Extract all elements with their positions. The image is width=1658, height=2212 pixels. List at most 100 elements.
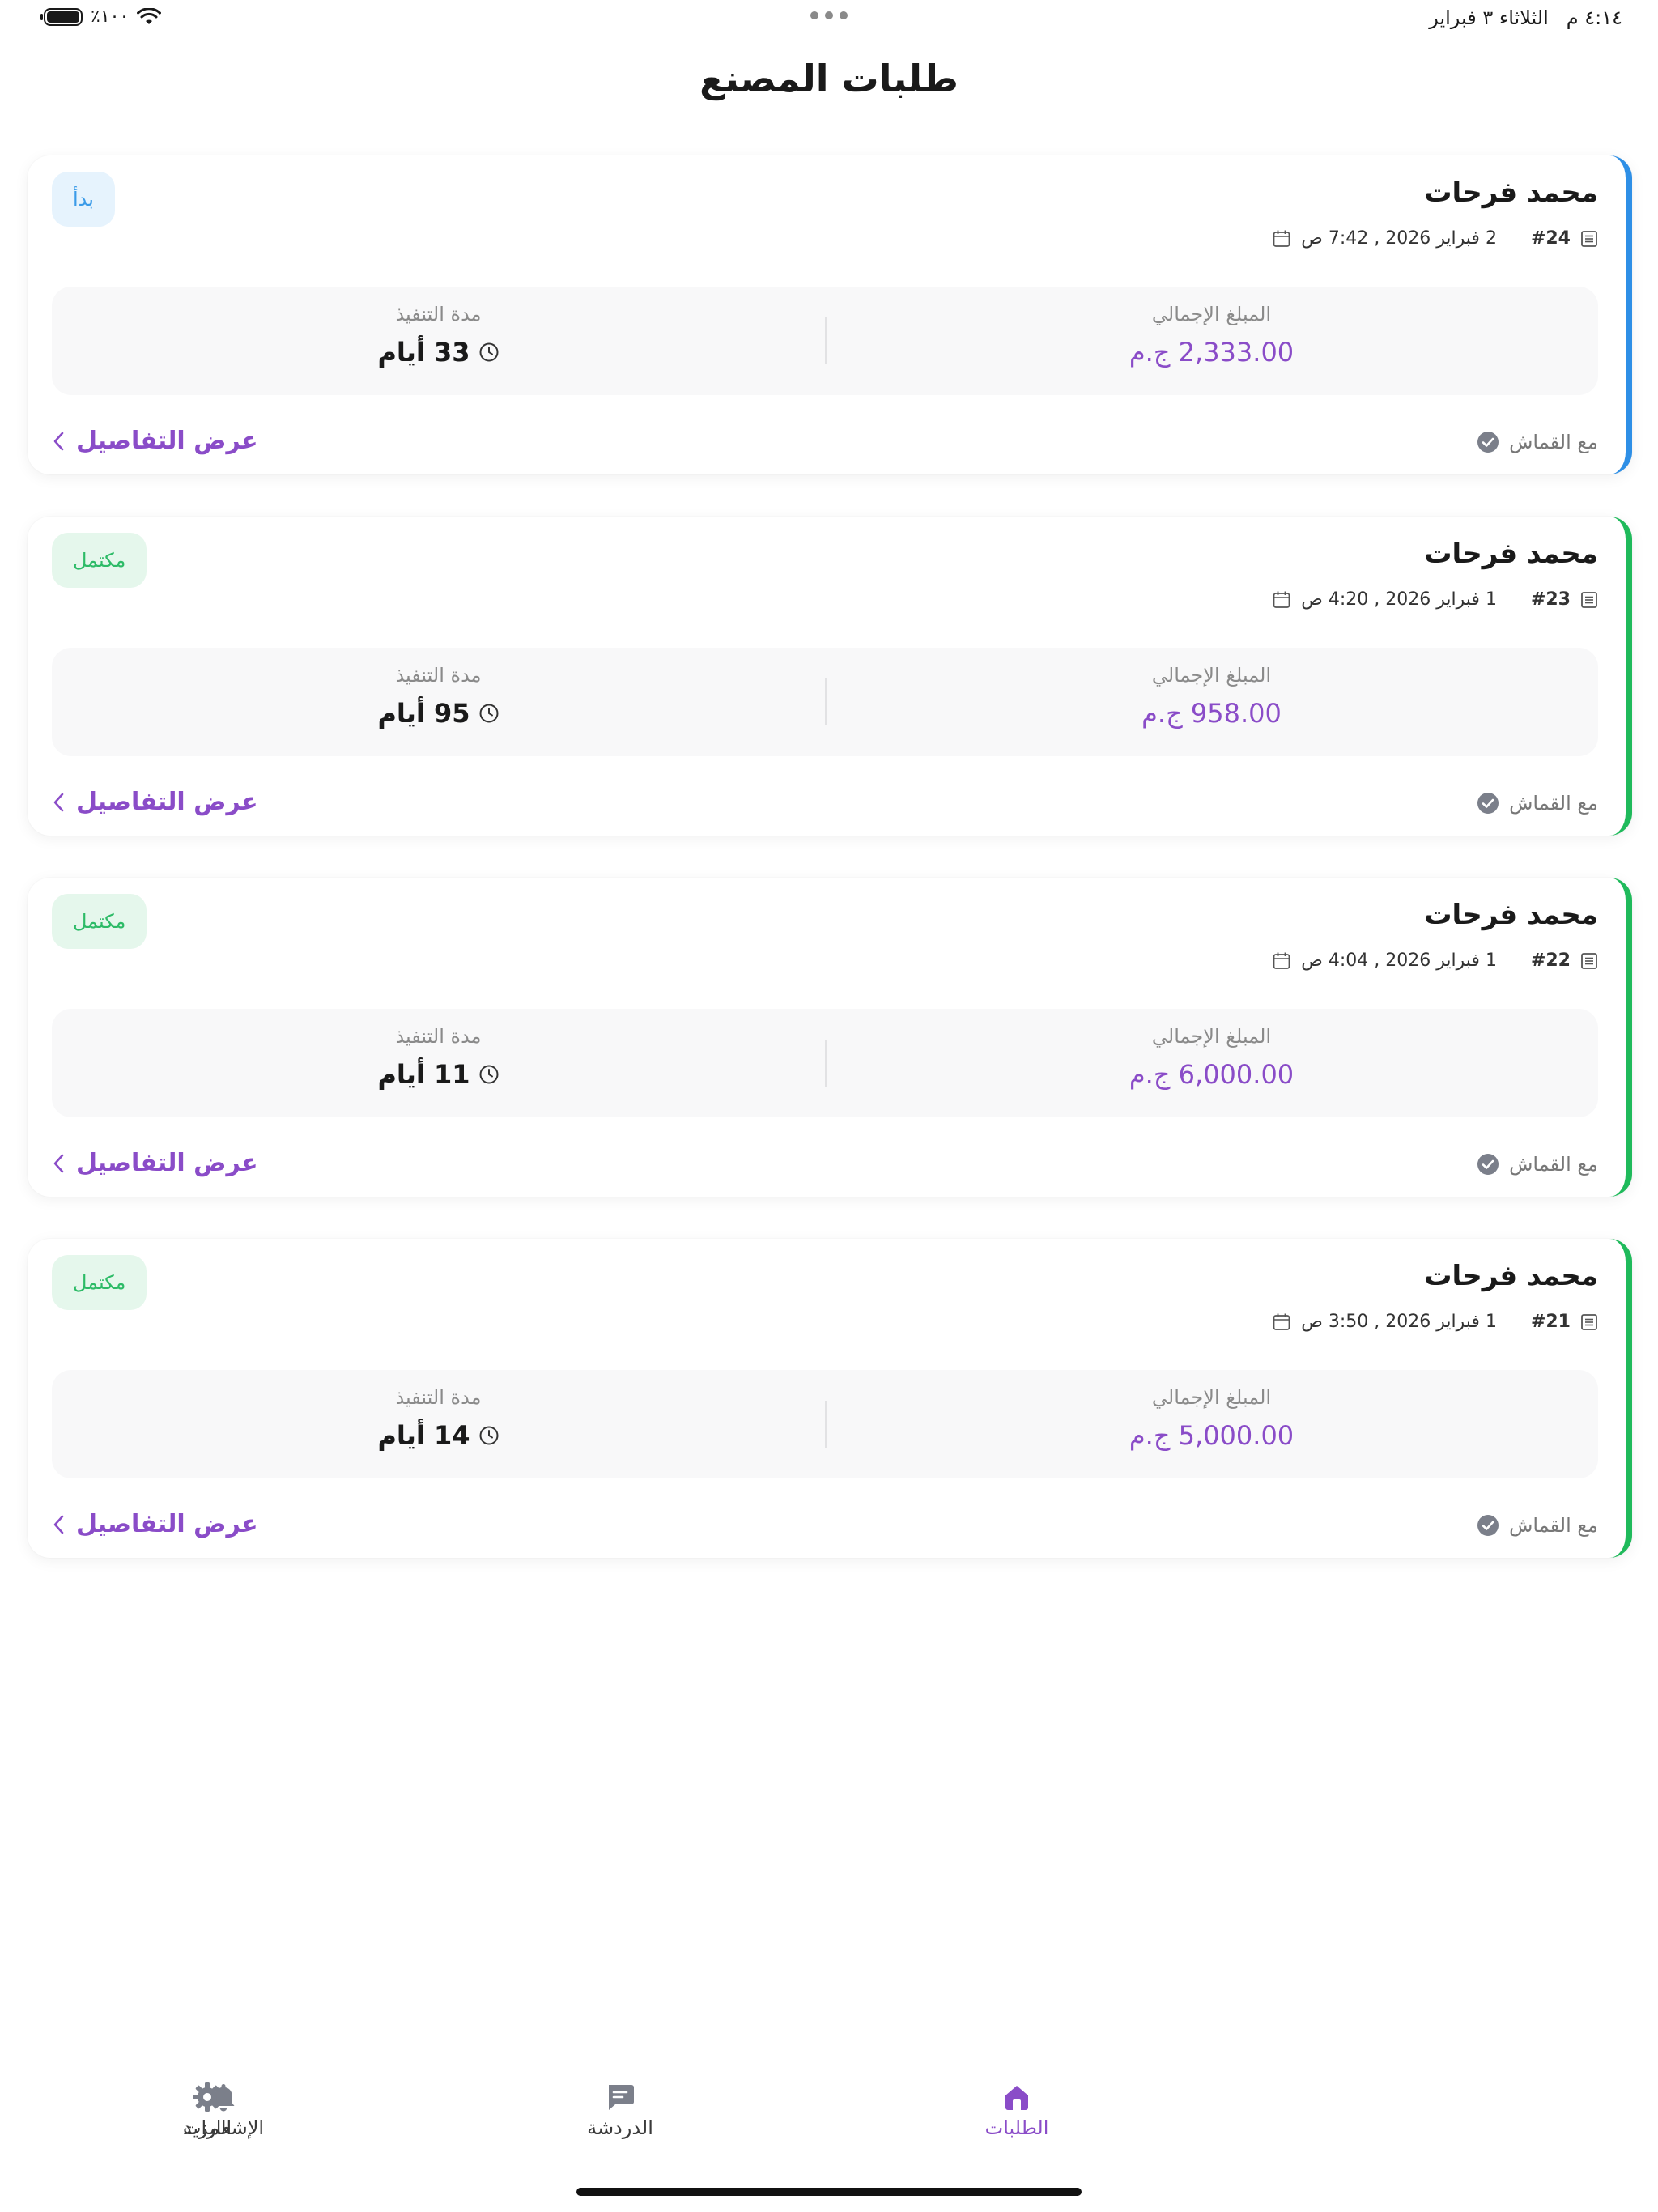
page-title: طلبات المصنع — [699, 57, 959, 100]
duration-section: مدة التنفيذ 14 أيام — [52, 1370, 825, 1478]
tab-more-label: المزيد — [182, 2116, 232, 2139]
view-details-link[interactable]: عرض التفاصيل — [52, 1149, 258, 1177]
calendar-icon — [1272, 229, 1291, 249]
total-amount-label: المبلغ الإجمالي — [1151, 1386, 1272, 1409]
total-amount-label: المبلغ الإجمالي — [1151, 1025, 1272, 1048]
customer-name: محمد فرحات — [1424, 538, 1598, 570]
status-badge: مكتمل — [52, 533, 147, 588]
duration-value: 33 أيام — [377, 337, 470, 368]
info-divider — [825, 317, 827, 364]
with-fabric-label: مع القماش — [1509, 792, 1598, 815]
check-circle-icon — [1477, 792, 1499, 815]
with-fabric-indicator: مع القماش — [1477, 1153, 1598, 1176]
total-amount-section: المبلغ الإجمالي 2,333.00 ج.م — [825, 287, 1598, 395]
check-circle-icon — [1477, 431, 1499, 453]
order-card[interactable]: محمد فرحات #24 2 فبراير 2026 , 7:42 ص بد… — [28, 155, 1632, 474]
duration-value: 95 أيام — [377, 698, 470, 729]
multitask-dots-icon[interactable] — [810, 11, 848, 19]
total-amount-value: 958.00 ج.م — [1141, 698, 1282, 729]
view-details-link[interactable]: عرض التفاصيل — [52, 788, 258, 816]
order-card[interactable]: محمد فرحات #21 1 فبراير 2026 , 3:50 ص مك… — [28, 1239, 1632, 1558]
order-date: 1 فبراير 2026 , 4:20 ص — [1301, 589, 1497, 610]
check-circle-icon — [1477, 1153, 1499, 1176]
chevron-left-icon — [52, 1514, 65, 1535]
order-info-box: المبلغ الإجمالي 6,000.00 ج.م مدة التنفيذ… — [52, 1009, 1598, 1117]
order-info-box: المبلغ الإجمالي 958.00 ج.م مدة التنفيذ 9… — [52, 648, 1598, 756]
order-card[interactable]: محمد فرحات #22 1 فبراير 2026 , 4:04 ص مك… — [28, 878, 1632, 1197]
view-details-label: عرض التفاصيل — [76, 1149, 258, 1177]
wifi-icon — [137, 7, 162, 26]
duration-label: مدة التنفيذ — [395, 664, 482, 687]
with-fabric-label: مع القماش — [1509, 431, 1598, 453]
clock-icon — [478, 703, 500, 724]
view-details-link[interactable]: عرض التفاصيل — [52, 1510, 258, 1538]
view-details-label: عرض التفاصيل — [76, 1510, 258, 1538]
order-card[interactable]: محمد فرحات #23 1 فبراير 2026 , 4:20 ص مك… — [28, 517, 1632, 836]
customer-name: محمد فرحات — [1424, 177, 1598, 209]
status-bar: ٪١٠٠ ٤:١٤ م الثلاثاء ٣ فبراير — [0, 0, 1658, 39]
receipt-icon — [1580, 230, 1598, 248]
status-badge: مكتمل — [52, 894, 147, 949]
chat-icon — [609, 2085, 634, 2110]
duration-section: مدة التنفيذ 95 أيام — [52, 648, 825, 756]
total-amount-value: 2,333.00 ج.م — [1129, 337, 1295, 368]
info-divider — [825, 1040, 827, 1087]
calendar-icon — [1272, 590, 1291, 610]
clock-icon — [478, 342, 500, 363]
customer-name: محمد فرحات — [1424, 899, 1598, 931]
total-amount-section: المبلغ الإجمالي 5,000.00 ج.م — [825, 1370, 1598, 1478]
gear-icon — [193, 2082, 222, 2112]
view-details-link[interactable]: عرض التفاصيل — [52, 427, 258, 455]
order-info-box: المبلغ الإجمالي 5,000.00 ج.م مدة التنفيذ… — [52, 1370, 1598, 1478]
tab-orders-label: الطلبات — [984, 2116, 1049, 2139]
order-id: #22 — [1530, 951, 1571, 971]
order-date: 2 فبراير 2026 , 7:42 ص — [1301, 228, 1497, 249]
status-badge: مكتمل — [52, 1255, 147, 1310]
total-amount-label: المبلغ الإجمالي — [1151, 664, 1272, 687]
tab-chat[interactable]: الدردشة — [531, 2081, 709, 2139]
with-fabric-label: مع القماش — [1509, 1153, 1598, 1176]
orders-list: محمد فرحات #24 2 فبراير 2026 , 7:42 ص بد… — [28, 155, 1632, 1600]
tab-more[interactable]: المزيد — [118, 2081, 296, 2139]
with-fabric-indicator: مع القماش — [1477, 431, 1598, 453]
with-fabric-label: مع القماش — [1509, 1514, 1598, 1537]
total-amount-label: المبلغ الإجمالي — [1151, 303, 1272, 325]
duration-value: 11 أيام — [377, 1059, 470, 1090]
total-amount-section: المبلغ الإجمالي 958.00 ج.م — [825, 648, 1598, 756]
tab-orders[interactable]: الطلبات — [928, 2081, 1106, 2139]
duration-value: 14 أيام — [377, 1420, 470, 1451]
total-amount-section: المبلغ الإجمالي 6,000.00 ج.م — [825, 1009, 1598, 1117]
view-details-label: عرض التفاصيل — [76, 427, 258, 455]
battery-percent: ٪١٠٠ — [91, 6, 130, 27]
view-details-label: عرض التفاصيل — [76, 788, 258, 816]
total-amount-value: 5,000.00 ج.م — [1129, 1420, 1295, 1451]
home-indicator[interactable] — [576, 2188, 1082, 2196]
status-time: ٤:١٤ م — [1566, 6, 1622, 29]
check-circle-icon — [1477, 1514, 1499, 1537]
home-icon — [1005, 2086, 1028, 2110]
duration-section: مدة التنفيذ 11 أيام — [52, 1009, 825, 1117]
tab-chat-label: الدردشة — [587, 2116, 653, 2139]
customer-name: محمد فرحات — [1424, 1260, 1598, 1292]
duration-label: مدة التنفيذ — [395, 303, 482, 325]
receipt-icon — [1580, 591, 1598, 609]
receipt-icon — [1580, 952, 1598, 970]
order-id: #21 — [1530, 1312, 1571, 1332]
receipt-icon — [1580, 1313, 1598, 1331]
order-meta: #21 1 فبراير 2026 , 3:50 ص — [1272, 1312, 1598, 1332]
order-date: 1 فبراير 2026 , 4:04 ص — [1301, 951, 1497, 971]
order-info-box: المبلغ الإجمالي 2,333.00 ج.م مدة التنفيذ… — [52, 287, 1598, 395]
order-id: #23 — [1530, 589, 1571, 610]
calendar-icon — [1272, 1312, 1291, 1332]
clock-icon — [478, 1425, 500, 1446]
info-divider — [825, 678, 827, 725]
calendar-icon — [1272, 951, 1291, 971]
with-fabric-indicator: مع القماش — [1477, 1514, 1598, 1537]
info-divider — [825, 1401, 827, 1448]
order-meta: #22 1 فبراير 2026 , 4:04 ص — [1272, 951, 1598, 971]
status-badge: بدأ — [52, 172, 115, 227]
order-meta: #24 2 فبراير 2026 , 7:42 ص — [1272, 228, 1598, 249]
order-meta: #23 1 فبراير 2026 , 4:20 ص — [1272, 589, 1598, 610]
chevron-left-icon — [52, 1153, 65, 1174]
chevron-left-icon — [52, 792, 65, 813]
